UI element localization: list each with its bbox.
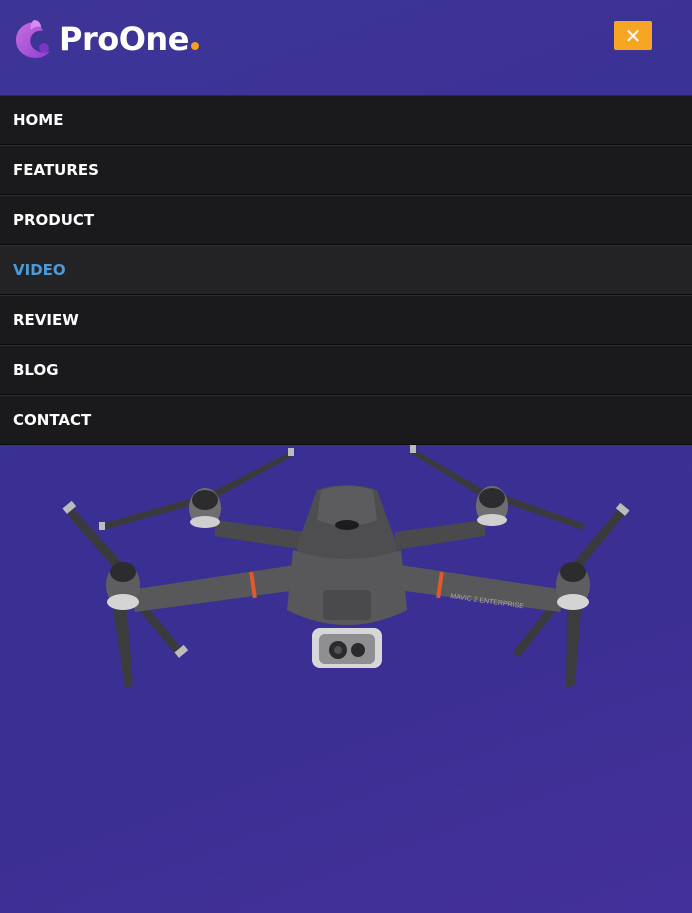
brand-dot <box>190 42 199 50</box>
mobile-nav-menu: HOME FEATURES PRODUCT VIDEO REVIEW BLOG … <box>0 95 692 445</box>
close-menu-button[interactable]: ✕ <box>614 21 652 50</box>
brand-name: ProOne <box>59 19 199 59</box>
drone-image: MAVIC 2 ENTERPRISE <box>62 445 630 688</box>
logo[interactable]: ProOne <box>14 18 199 60</box>
rear-right-motor <box>476 486 508 526</box>
front-left-motor <box>106 562 140 688</box>
drone-body <box>287 485 407 625</box>
header: ProOne ✕ <box>0 0 692 95</box>
nav-item-review[interactable]: REVIEW <box>0 295 692 345</box>
nav-item-features[interactable]: FEATURES <box>0 145 692 195</box>
rear-left-motor <box>189 488 221 528</box>
close-icon: ✕ <box>624 23 642 48</box>
logo-mark-icon <box>16 20 50 58</box>
nav-item-product[interactable]: PRODUCT <box>0 195 692 245</box>
nav-item-blog[interactable]: BLOG <box>0 345 692 395</box>
nav-item-contact[interactable]: CONTACT <box>0 395 692 445</box>
gimbal-camera <box>312 628 382 668</box>
nav-item-video[interactable]: VIDEO <box>0 245 692 295</box>
nav-item-home[interactable]: HOME <box>0 95 692 145</box>
front-right-motor <box>556 562 590 688</box>
